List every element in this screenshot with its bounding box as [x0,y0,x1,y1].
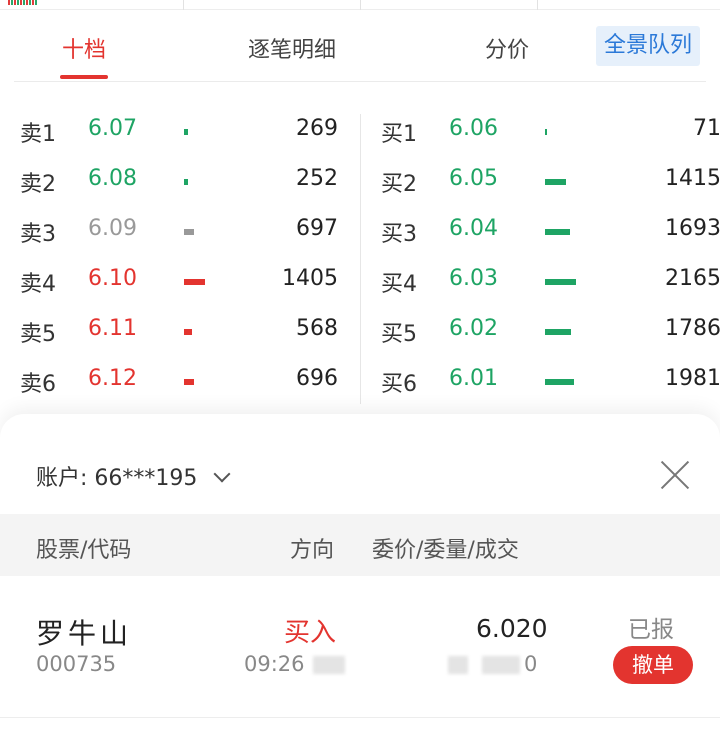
volume-bar [184,329,192,335]
order-price: 6.020 [476,614,548,643]
buy-level-5: 买5 6.02 1786 [381,304,720,354]
level-volume: 2165 [665,266,720,291]
account-number: 66***195 [94,466,198,491]
stock-name: 罗牛山 [36,617,133,650]
level-volume: 1693 [665,216,720,241]
level-volume: 252 [296,166,338,191]
level-label: 卖4 [20,272,56,297]
level-label: 买3 [381,222,417,247]
level-label: 卖5 [20,322,56,347]
volume-bar [184,379,194,385]
sell-level-6: 卖6 6.12 696 [20,354,360,404]
tab-tick-details[interactable]: 逐笔明细 [248,32,336,64]
buy-level-4: 买4 6.03 2165 [381,254,720,304]
level-price: 6.06 [449,116,498,141]
level-label: 买6 [381,372,417,397]
strip-divider [183,0,184,10]
level-volume: 696 [296,366,338,391]
top-strip [0,0,720,10]
level-price: 6.04 [449,216,498,241]
level-label: 卖6 [20,372,56,397]
header-stock: 股票/代码 [36,538,132,563]
order-time: 09:26 [244,652,345,676]
level-price: 6.02 [449,316,498,341]
header-detail: 委价/委量/成交 [372,538,519,563]
volume-bar [184,229,194,235]
level-label: 买1 [381,122,417,147]
level-price: 6.07 [88,116,137,141]
mini-chart [8,0,38,5]
buy-level-3: 买3 6.04 1693 [381,204,720,254]
header-direction: 方向 [290,538,335,563]
buy-level-6: 买6 6.01 1981 [381,354,720,404]
level-volume: 1981 [665,366,720,391]
cancel-order-button[interactable]: 撤单 [613,646,693,684]
volume-bar [545,179,566,185]
volume-bar [545,279,576,285]
sell-level-2: 卖2 6.08 252 [20,154,360,204]
volume-bar [545,129,547,135]
active-tab-indicator [60,75,108,79]
tab-bar: 十档 逐笔明细 分价 全景队列 [14,22,706,82]
account-selector[interactable]: 账户: 66***195 [36,460,231,492]
strip-divider [360,0,361,10]
level-volume: 697 [296,216,338,241]
account-label: 账户: [36,466,88,491]
sell-level-5: 卖5 6.11 568 [20,304,360,354]
redacted-quantity [482,656,520,674]
level-label: 卖3 [20,222,56,247]
order-status: 已报 [628,617,674,643]
close-icon[interactable] [660,460,690,490]
book-divider [360,114,361,404]
sell-level-3: 卖3 6.09 697 [20,204,360,254]
buy-level-1: 买1 6.06 71 [381,104,720,154]
order-table-header: 股票/代码 方向 委价/委量/成交 [0,514,720,576]
tab-price-distribution[interactable]: 分价 [485,32,529,64]
volume-bar [184,179,188,185]
level-label: 卖2 [20,172,56,197]
sell-level-1: 卖1 6.07 269 [20,104,360,154]
level-label: 卖1 [20,122,56,147]
volume-bar [184,129,188,135]
level-label: 买5 [381,322,417,347]
level-price: 6.05 [449,166,498,191]
level-price: 6.11 [88,316,137,341]
level-price: 6.09 [88,216,137,241]
order-book: 卖1 6.07 269 卖2 6.08 252 卖3 6.09 697 卖4 6… [0,100,720,420]
redacted-seconds [312,656,345,674]
volume-bar [184,279,205,285]
level-price: 6.10 [88,266,137,291]
order-direction: 买入 [284,618,337,648]
volume-bar [545,379,574,385]
volume-bar [545,329,571,335]
strip-divider [537,0,538,10]
level-volume: 71 [693,116,720,141]
tab-ten-levels[interactable]: 十档 [62,32,106,64]
level-price: 6.12 [88,366,137,391]
level-volume: 568 [296,316,338,341]
level-price: 6.03 [449,266,498,291]
redacted-quantity [448,656,468,674]
level-volume: 269 [296,116,338,141]
order-sheet: 账户: 66***195 股票/代码 方向 委价/委量/成交 罗牛山 00073… [0,414,720,732]
chevron-down-icon [213,465,231,483]
order-row[interactable]: 罗牛山 000735 买入 09:26 6.020 0 已报 撤单 [0,576,720,718]
stock-code: 000735 [36,652,117,676]
order-quantity-filled: 0 [448,652,537,676]
level-volume: 1405 [282,266,338,291]
volume-bar [545,229,570,235]
sell-level-4: 卖4 6.10 1405 [20,254,360,304]
level-label: 买2 [381,172,417,197]
buy-level-2: 买2 6.05 1415 [381,154,720,204]
level-price: 6.08 [88,166,137,191]
level-volume: 1786 [665,316,720,341]
panorama-queue-button[interactable]: 全景队列 [595,26,700,66]
level-label: 买4 [381,272,417,297]
level-volume: 1415 [665,166,720,191]
level-price: 6.01 [449,366,498,391]
